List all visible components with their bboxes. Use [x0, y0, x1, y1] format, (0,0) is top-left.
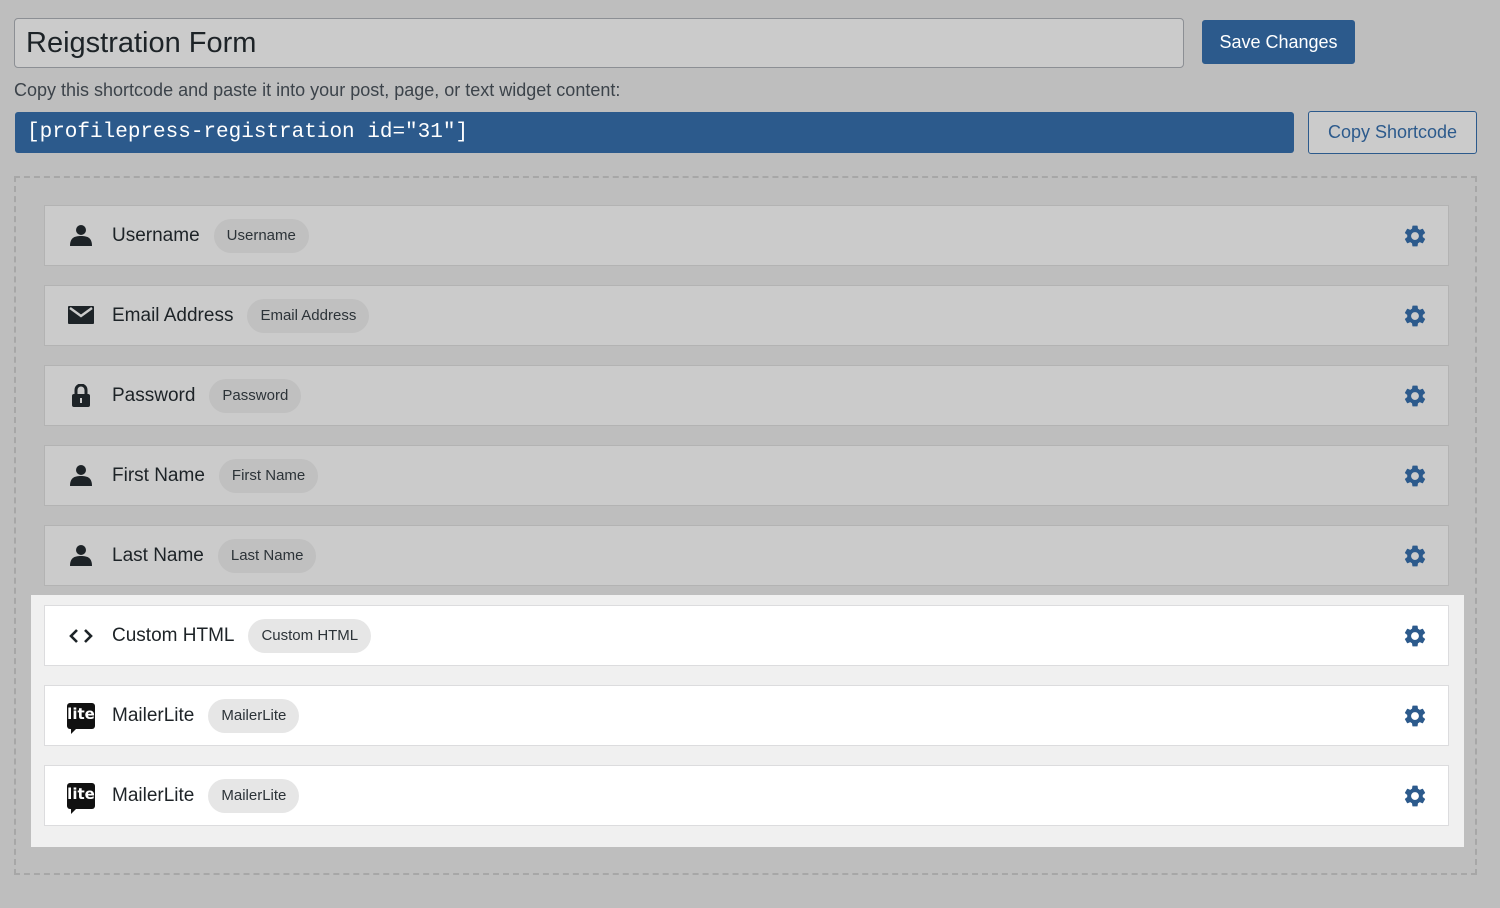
field-label: Password	[112, 384, 196, 406]
field-label: First Name	[112, 464, 205, 486]
gear-icon[interactable]	[1402, 223, 1428, 249]
field-label: MailerLite	[112, 784, 195, 806]
field-row-password[interactable]: Password Password	[44, 365, 1449, 426]
user-icon	[67, 222, 95, 250]
gear-icon[interactable]	[1402, 623, 1428, 649]
mailerlite-logo-icon: lite	[67, 702, 95, 734]
field-row-first-name[interactable]: First Name First Name	[44, 445, 1449, 506]
gear-icon[interactable]	[1402, 703, 1428, 729]
field-row-email-address[interactable]: Email Address Email Address	[44, 285, 1449, 346]
field-label: MailerLite	[112, 704, 195, 726]
field-badge: MailerLite	[208, 698, 300, 733]
form-title-input[interactable]	[14, 18, 1184, 68]
mailerlite-logo-icon: lite	[67, 782, 95, 814]
save-changes-button[interactable]: Save Changes	[1202, 20, 1355, 64]
shortcode-field[interactable]: [profilepress-registration id="31"]	[15, 112, 1294, 153]
field-badge: Password	[209, 378, 302, 413]
field-label: Email Address	[112, 304, 234, 326]
field-badge: Custom HTML	[248, 618, 372, 653]
gear-icon[interactable]	[1402, 383, 1428, 409]
field-row-username[interactable]: Username Username	[44, 205, 1449, 266]
gear-icon[interactable]	[1402, 543, 1428, 569]
field-badge: Username	[213, 218, 309, 253]
envelope-icon	[67, 302, 95, 330]
field-row-custom-html[interactable]: Custom HTML Custom HTML	[44, 605, 1449, 666]
field-row-mailerlite[interactable]: lite MailerLite MailerLite	[44, 765, 1449, 826]
field-row-last-name[interactable]: Last Name Last Name	[44, 525, 1449, 586]
shortcode-instructions: Copy this shortcode and paste it into yo…	[14, 80, 621, 100]
field-label: Last Name	[112, 544, 204, 566]
user-icon	[67, 462, 95, 490]
gear-icon[interactable]	[1402, 463, 1428, 489]
copy-shortcode-button[interactable]: Copy Shortcode	[1308, 111, 1477, 154]
field-label: Custom HTML	[112, 624, 235, 646]
field-badge: First Name	[218, 458, 319, 493]
lock-icon	[67, 382, 95, 410]
gear-icon[interactable]	[1402, 783, 1428, 809]
field-badge: MailerLite	[208, 778, 300, 813]
field-badge: Last Name	[217, 538, 317, 573]
gear-icon[interactable]	[1402, 303, 1428, 329]
code-icon	[67, 622, 95, 650]
user-icon	[67, 542, 95, 570]
field-row-mailerlite[interactable]: lite MailerLite MailerLite	[44, 685, 1449, 746]
field-label: Username	[112, 224, 200, 246]
field-badge: Email Address	[247, 298, 370, 333]
